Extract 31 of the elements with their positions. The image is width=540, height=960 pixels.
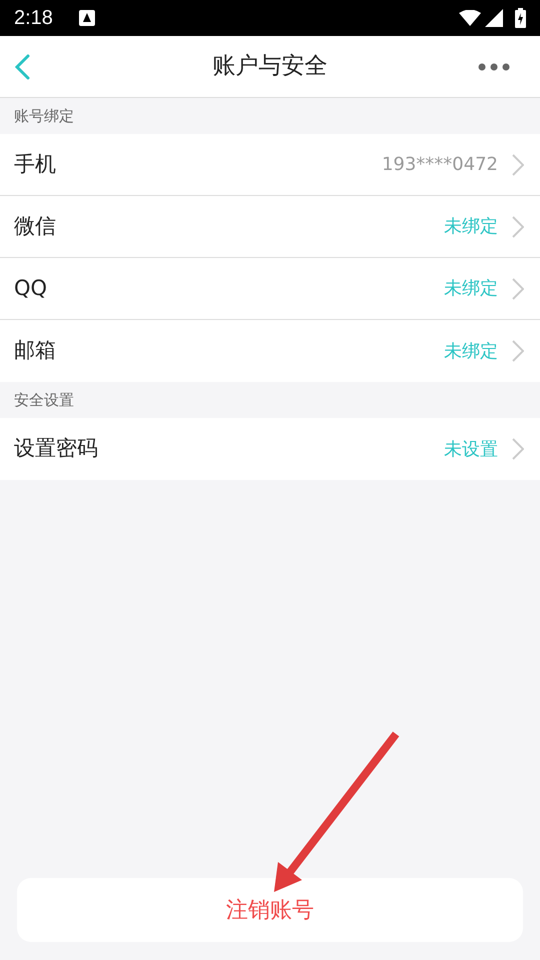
row-value: 未设置 bbox=[444, 438, 498, 462]
chevron-icon bbox=[512, 154, 524, 176]
section-title: 账号绑定 bbox=[14, 106, 74, 127]
settings-row[interactable]: 手机 193****0472 bbox=[0, 134, 540, 196]
settings-row[interactable]: 微信 未绑定 bbox=[0, 196, 540, 258]
notification-icon bbox=[78, 10, 95, 26]
chevron-icon bbox=[512, 340, 524, 362]
back-icon bbox=[14, 54, 30, 80]
chevron-icon bbox=[512, 278, 524, 300]
row-label: 邮箱 bbox=[14, 337, 56, 364]
delete-account-button[interactable]: 注销账号 bbox=[17, 878, 523, 942]
more-icon bbox=[478, 62, 510, 70]
row-value: 未绑定 bbox=[444, 340, 498, 364]
chevron-icon bbox=[512, 216, 524, 238]
row-label: 设置密码 bbox=[14, 435, 98, 462]
row-value: 未绑定 bbox=[444, 215, 498, 239]
settings-row[interactable]: 设置密码 未设置 bbox=[0, 418, 540, 480]
row-label: 手机 bbox=[14, 150, 56, 178]
status-time: 2:18 bbox=[14, 6, 53, 31]
settings-row[interactable]: 邮箱 未绑定 bbox=[0, 320, 540, 382]
section-title: 安全设置 bbox=[14, 390, 74, 411]
row-value: 未绑定 bbox=[444, 277, 498, 301]
window-title: 账户与安全 bbox=[212, 52, 328, 82]
signal-icon bbox=[485, 9, 503, 27]
wifi-icon bbox=[459, 10, 481, 26]
row-label: QQ bbox=[14, 274, 48, 302]
chevron-icon bbox=[512, 438, 524, 460]
settings-row[interactable]: QQ 未绑定 bbox=[0, 258, 540, 320]
row-value: 193****0472 bbox=[382, 153, 498, 177]
battery-icon bbox=[515, 8, 526, 28]
row-label: 微信 bbox=[14, 212, 56, 240]
